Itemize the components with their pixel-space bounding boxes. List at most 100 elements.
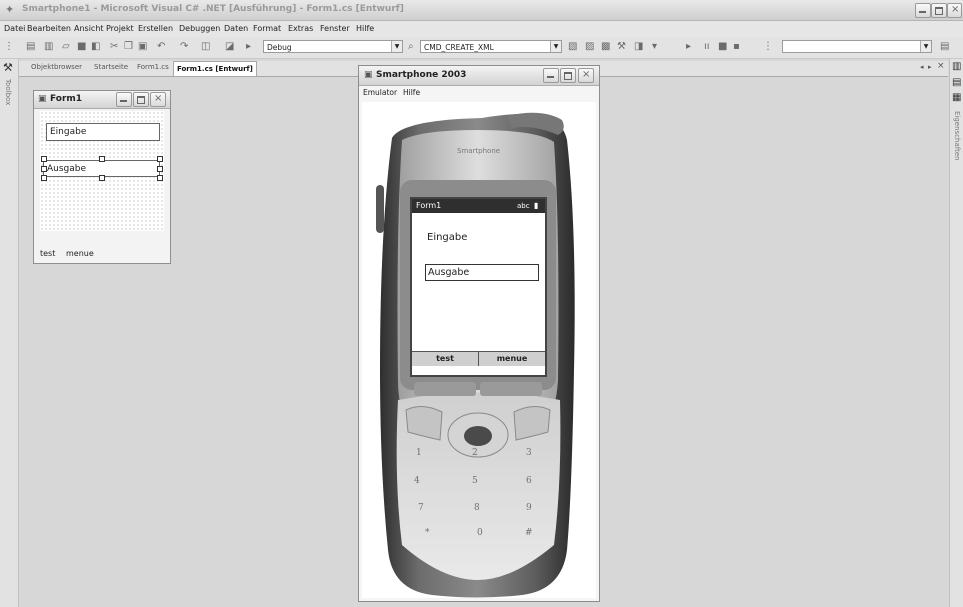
- key-6[interactable]: 6: [526, 476, 532, 486]
- open-file-icon[interactable]: ▱: [62, 41, 70, 52]
- tab-startseite[interactable]: Startseite: [94, 63, 128, 71]
- tab-objektbrowser[interactable]: Objektbrowser: [31, 63, 82, 71]
- phone-softkey-test[interactable]: test: [412, 352, 478, 366]
- form1-design-grid[interactable]: Eingabe Ausgabe: [40, 111, 164, 231]
- menu-daten[interactable]: Daten: [224, 24, 248, 33]
- menu-ansicht[interactable]: Ansicht: [74, 24, 104, 33]
- resize-handle[interactable]: [41, 156, 47, 162]
- resize-handle[interactable]: [157, 156, 163, 162]
- menu-projekt[interactable]: Projekt: [106, 24, 134, 33]
- menu-bearbeiten[interactable]: Bearbeiten: [27, 24, 71, 33]
- key-4[interactable]: 4: [414, 476, 420, 486]
- properties-icon[interactable]: ▨: [585, 41, 594, 52]
- continue-icon[interactable]: ▸: [686, 41, 691, 52]
- pause-icon[interactable]: ıı: [704, 41, 710, 52]
- key-0[interactable]: 0: [477, 528, 483, 538]
- tab-close-icon[interactable]: ×: [937, 61, 945, 71]
- key-3[interactable]: 3: [526, 448, 532, 458]
- menu-extras[interactable]: Extras: [288, 24, 313, 33]
- menu-fenster[interactable]: Fenster: [320, 24, 350, 33]
- tab-form1-designer[interactable]: Form1.cs [Entwurf]: [173, 61, 257, 76]
- menu-datei[interactable]: Datei: [4, 24, 25, 33]
- find-icon[interactable]: ⌕: [408, 41, 414, 52]
- eingabe-label[interactable]: Eingabe: [46, 123, 160, 141]
- stop-icon[interactable]: ■: [718, 41, 727, 52]
- emulator-minimize-button[interactable]: [543, 68, 559, 83]
- paste-icon[interactable]: ▣: [138, 41, 147, 52]
- navigate-forward-icon[interactable]: ◪: [225, 41, 234, 52]
- class-view-icon[interactable]: ▤: [952, 77, 961, 88]
- properties-icon[interactable]: ▦: [952, 92, 961, 103]
- phone-softkey-menue[interactable]: menue: [479, 352, 545, 366]
- object-browser-icon[interactable]: ▩: [601, 41, 610, 52]
- menu-item-menue[interactable]: menue: [66, 249, 94, 258]
- save-all-icon[interactable]: ◧: [91, 41, 100, 52]
- close-button[interactable]: ×: [947, 3, 962, 18]
- menu-erstellen[interactable]: Erstellen: [138, 24, 173, 33]
- form1-close-button[interactable]: ×: [150, 92, 166, 107]
- start-icon[interactable]: ▸: [246, 41, 251, 52]
- key-1[interactable]: 1: [416, 448, 422, 458]
- toolbox-icon[interactable]: ⚒: [3, 61, 13, 74]
- key-hash[interactable]: #: [525, 528, 533, 538]
- key-2[interactable]: 2: [472, 448, 478, 458]
- emulator-menu-hilfe[interactable]: Hilfe: [403, 88, 420, 97]
- menu-hilfe[interactable]: Hilfe: [356, 24, 374, 33]
- key-9[interactable]: 9: [526, 503, 532, 513]
- side-button[interactable]: [376, 185, 384, 233]
- resize-handle[interactable]: [157, 175, 163, 181]
- tab-scroll-left-icon[interactable]: ◂: [920, 63, 924, 71]
- search-combo[interactable]: ▼: [782, 40, 932, 53]
- dropdown-icon[interactable]: ▾: [652, 41, 657, 52]
- chevron-down-icon: ▼: [550, 41, 561, 52]
- form1-minimize-button[interactable]: [116, 92, 132, 107]
- key-7[interactable]: 7: [418, 503, 424, 513]
- resize-handle[interactable]: [41, 166, 47, 172]
- key-star[interactable]: *: [425, 528, 430, 538]
- tab-form1-cs[interactable]: Form1.cs: [137, 63, 169, 71]
- save-icon[interactable]: ■: [77, 41, 86, 52]
- find-combo[interactable]: CMD_CREATE_XML ▼: [420, 40, 562, 53]
- copy-icon[interactable]: ❐: [124, 41, 133, 52]
- resize-handle[interactable]: [157, 166, 163, 172]
- toolbox-icon[interactable]: ⚒: [617, 41, 626, 52]
- phone-screen-caption: Form1 abc ▮: [412, 199, 545, 213]
- solution-explorer-icon[interactable]: ▧: [568, 41, 577, 52]
- key-5[interactable]: 5: [472, 476, 478, 486]
- dpad-center[interactable]: [464, 426, 492, 446]
- maximize-icon: [935, 7, 943, 15]
- undo-icon[interactable]: ↶: [157, 41, 165, 52]
- phone-ausgabe-textbox[interactable]: Ausgabe: [425, 264, 539, 281]
- form1-designer[interactable]: ▣ Form1 × Eingabe Ausgabe test menue: [33, 90, 171, 264]
- new-project-icon[interactable]: ▤: [26, 41, 35, 52]
- add-item-icon[interactable]: ▥: [44, 41, 53, 52]
- resize-handle[interactable]: [99, 156, 105, 162]
- menu-debuggen[interactable]: Debuggen: [179, 24, 220, 33]
- menu-item-test[interactable]: test: [40, 249, 55, 258]
- form1-maximize-button[interactable]: [133, 92, 149, 107]
- toolbar-options-icon[interactable]: ▤: [940, 41, 949, 52]
- properties-label[interactable]: Eigenschaften: [953, 111, 961, 161]
- menu-format[interactable]: Format: [253, 24, 281, 33]
- emulator-menu-emulator[interactable]: Emulator: [363, 88, 397, 97]
- key-8[interactable]: 8: [474, 503, 480, 513]
- emulator-close-button[interactable]: ×: [578, 68, 594, 83]
- class-view-icon[interactable]: ◨: [634, 41, 643, 52]
- navigate-icon[interactable]: ◫: [201, 41, 210, 52]
- signal-icon: ▮: [534, 201, 539, 210]
- resize-handle[interactable]: [99, 175, 105, 181]
- softkey-left-button[interactable]: [414, 382, 476, 396]
- emulator-maximize-button[interactable]: [560, 68, 576, 83]
- restart-icon[interactable]: ▪: [733, 41, 740, 52]
- redo-icon[interactable]: ↷: [180, 41, 188, 52]
- minimize-button[interactable]: [915, 3, 931, 18]
- maximize-button[interactable]: [931, 3, 947, 18]
- softkey-right-button[interactable]: [480, 382, 542, 396]
- cut-icon[interactable]: ✂: [110, 41, 118, 52]
- tab-scroll-right-icon[interactable]: ▸: [928, 63, 932, 71]
- resize-handle[interactable]: [41, 175, 47, 181]
- toolbox-label[interactable]: Toolbox: [4, 79, 12, 105]
- solution-config-select[interactable]: Debug ▼: [263, 40, 403, 53]
- maximize-icon: [564, 72, 572, 80]
- solution-explorer-icon[interactable]: ▥: [952, 61, 961, 72]
